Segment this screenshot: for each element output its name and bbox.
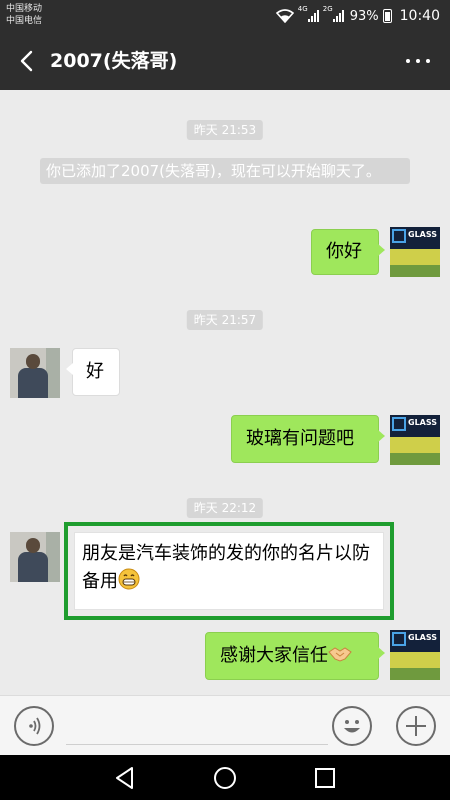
plus-icon bbox=[406, 716, 426, 736]
emoji-button[interactable] bbox=[332, 706, 372, 746]
back-arrow-icon[interactable] bbox=[14, 47, 42, 75]
clock: 10:40 bbox=[399, 8, 440, 24]
chat-header: 2007(失落哥) bbox=[0, 32, 450, 90]
grinning-emoji-icon bbox=[118, 568, 140, 590]
network-type-1: 4G bbox=[297, 5, 308, 13]
self-avatar[interactable]: GLASS bbox=[390, 415, 440, 465]
self-avatar[interactable]: GLASS bbox=[390, 227, 440, 277]
battery-icon bbox=[382, 9, 392, 23]
timestamp-1: 昨天 21:53 bbox=[186, 120, 264, 140]
nav-back-icon[interactable] bbox=[112, 765, 138, 791]
message-bubble-out[interactable]: 你好 bbox=[311, 229, 385, 275]
handshake-emoji-icon bbox=[328, 647, 352, 662]
chat-title: 2007(失落哥) bbox=[50, 50, 178, 72]
glass-logo-text: GLASS bbox=[408, 230, 438, 239]
more-icon[interactable] bbox=[406, 54, 432, 68]
contact-avatar[interactable] bbox=[10, 532, 60, 582]
timestamp-2: 昨天 21:57 bbox=[186, 310, 264, 330]
timestamp-3: 昨天 22:12 bbox=[186, 498, 264, 518]
message-text-content: 感谢大家信任 bbox=[220, 645, 328, 666]
glass-logo-icon bbox=[392, 417, 406, 431]
highlighted-message[interactable]: 朋友是汽车装饰的发的你的名片以防备用 bbox=[64, 522, 394, 620]
status-icons: 4G 2G 93% 10:40 bbox=[275, 5, 440, 25]
plus-button[interactable] bbox=[396, 706, 436, 746]
message-text: 朋友是汽车装饰的发的你的名片以防备用 bbox=[82, 540, 372, 596]
battery-percent: 93% bbox=[349, 8, 379, 24]
contact-avatar[interactable] bbox=[10, 348, 60, 398]
nav-recents-icon[interactable] bbox=[312, 765, 338, 791]
message-bubble-in[interactable]: 好 bbox=[66, 348, 120, 396]
smiley-icon bbox=[344, 720, 360, 733]
status-bar: 中国移动 中国电信 4G 2G 93% 10:40 bbox=[0, 0, 450, 32]
carrier-1: 中国移动 bbox=[6, 4, 43, 14]
glass-logo-text: GLASS bbox=[408, 633, 438, 642]
nav-home-icon[interactable] bbox=[212, 765, 238, 791]
signal-icon-1: 4G bbox=[298, 5, 319, 22]
voice-wave-icon bbox=[29, 717, 41, 735]
input-bar bbox=[0, 695, 450, 755]
network-type-2: 2G bbox=[322, 5, 333, 13]
message-bubble-out[interactable]: 感谢大家信任 bbox=[205, 632, 385, 680]
glass-logo-icon bbox=[392, 632, 406, 646]
signal-icon-2: 2G bbox=[323, 5, 344, 22]
wifi-icon bbox=[275, 9, 294, 23]
message-input[interactable] bbox=[66, 710, 328, 745]
voice-input-icon[interactable] bbox=[14, 706, 54, 746]
carrier-2: 中国电信 bbox=[6, 16, 43, 26]
system-notice: 你已添加了2007(失落哥)，现在可以开始聊天了。 bbox=[40, 158, 410, 184]
self-avatar[interactable]: GLASS bbox=[390, 630, 440, 680]
chat-area[interactable]: 昨天 21:53 你已添加了2007(失落哥)，现在可以开始聊天了。 你好 GL… bbox=[0, 90, 450, 695]
message-bubble-out[interactable]: 玻璃有问题吧 bbox=[231, 415, 385, 463]
system-nav-bar bbox=[0, 755, 450, 800]
glass-logo-icon bbox=[392, 229, 406, 243]
glass-logo-text: GLASS bbox=[408, 418, 438, 427]
